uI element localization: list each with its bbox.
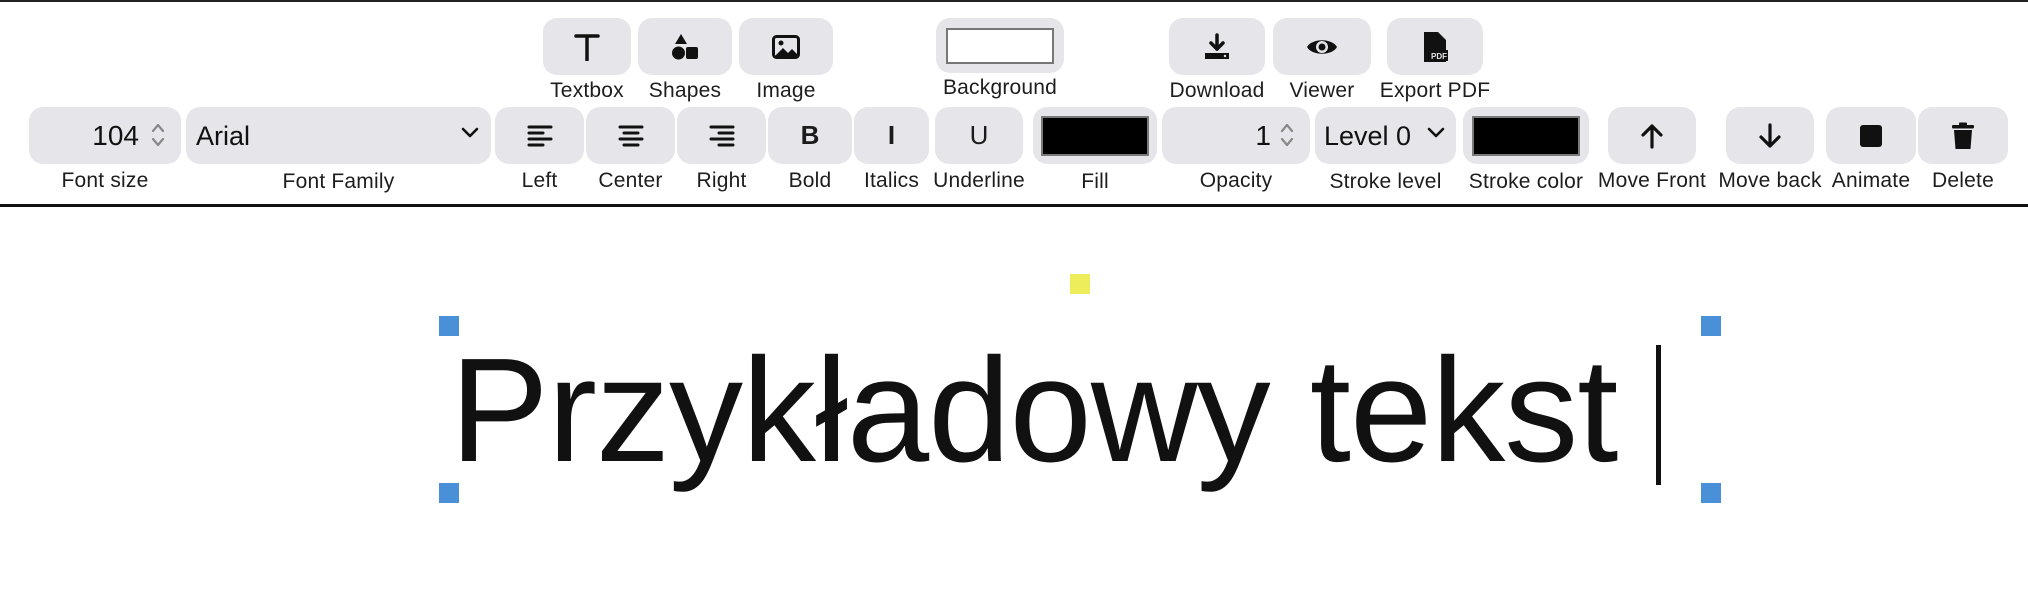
align-right-button[interactable] [677, 107, 766, 164]
export-pdf-button[interactable]: PDF [1387, 18, 1483, 75]
background-swatch [946, 27, 1054, 64]
background-color-button[interactable] [936, 18, 1064, 73]
align-center-icon [618, 124, 644, 148]
font-family-value: Arial [196, 121, 251, 151]
chevron-down-icon [1427, 127, 1445, 139]
resize-handle-bottom-right[interactable] [1701, 483, 1721, 503]
pdf-file-icon: PDF [1421, 31, 1449, 63]
image-icon [772, 34, 800, 59]
delete-label: Delete [1932, 169, 1994, 192]
stepper-icon[interactable] [1280, 121, 1294, 149]
textbox-button[interactable] [543, 18, 631, 75]
delete-tool[interactable]: Delete [1918, 107, 2008, 197]
background-label: Background [942, 76, 1058, 99]
fill-swatch [1041, 115, 1149, 156]
rotate-handle[interactable] [1070, 274, 1090, 294]
export-pdf-tool[interactable]: PDF Export PDF [1380, 18, 1490, 118]
editor-canvas[interactable]: Przykładowy tekst [0, 207, 2028, 598]
underline-button[interactable]: U [935, 107, 1023, 164]
viewer-button[interactable] [1273, 18, 1371, 75]
stroke-level-value: Level 0 [1324, 121, 1412, 151]
align-left-button[interactable] [495, 107, 584, 164]
move-front-tool[interactable]: Move Front [1598, 107, 1706, 197]
stroke-color-swatch [1472, 115, 1580, 156]
chevron-down-icon [461, 127, 479, 139]
text-caret [1656, 345, 1661, 485]
align-center-button[interactable] [586, 107, 675, 164]
shapes-tool[interactable]: Shapes [638, 18, 732, 118]
stroke-color-button[interactable] [1463, 107, 1589, 164]
shapes-button[interactable] [638, 18, 732, 75]
download-button[interactable] [1169, 18, 1265, 75]
textbox-tool[interactable]: Textbox [543, 18, 631, 118]
arrow-up-icon [1640, 123, 1664, 149]
arrow-down-icon [1758, 122, 1782, 149]
align-left-icon [527, 124, 553, 148]
opacity-input[interactable]: 1 [1162, 107, 1310, 164]
image-button[interactable] [739, 18, 833, 75]
canvas-text-object[interactable]: Przykładowy tekst [450, 331, 1618, 491]
download-icon [1203, 32, 1231, 61]
underline-glyph: U [969, 120, 989, 150]
align-right-icon [709, 124, 735, 148]
shapes-icon [671, 33, 699, 61]
editor-toolbar: Textbox Shapes Image Background Download… [0, 0, 2028, 205]
italics-glyph: I [887, 120, 896, 150]
download-tool[interactable]: Download [1169, 18, 1265, 118]
font-size-input[interactable]: 104 [29, 107, 181, 164]
fill-color-button[interactable] [1033, 107, 1157, 164]
image-label: Image [756, 79, 816, 102]
font-size-value: 104 [92, 120, 139, 151]
background-tool[interactable]: Background [936, 18, 1064, 118]
eye-icon [1306, 36, 1338, 58]
animate-button[interactable] [1826, 107, 1916, 164]
svg-text:PDF: PDF [1431, 52, 1447, 61]
viewer-tool[interactable]: Viewer [1273, 18, 1371, 118]
export-pdf-label: Export PDF [1379, 79, 1491, 102]
bold-glyph: B [800, 120, 820, 150]
square-stop-icon [1859, 124, 1883, 148]
move-front-button[interactable] [1608, 107, 1696, 164]
image-tool[interactable]: Image [739, 18, 833, 118]
resize-handle-top-right[interactable] [1701, 316, 1721, 336]
trash-icon [1951, 122, 1975, 150]
opacity-value: 1 [1255, 120, 1271, 151]
stroke-level-select[interactable]: Level 0 [1315, 107, 1456, 164]
delete-button[interactable] [1918, 107, 2008, 164]
stepper-icon[interactable] [151, 121, 165, 149]
bold-button[interactable]: B [768, 107, 852, 164]
font-family-control[interactable]: Arial Font Family [186, 107, 491, 197]
italics-button[interactable]: I [854, 107, 929, 164]
move-back-button[interactable] [1726, 107, 1814, 164]
text-icon [574, 33, 600, 61]
font-family-select[interactable]: Arial [186, 107, 491, 164]
